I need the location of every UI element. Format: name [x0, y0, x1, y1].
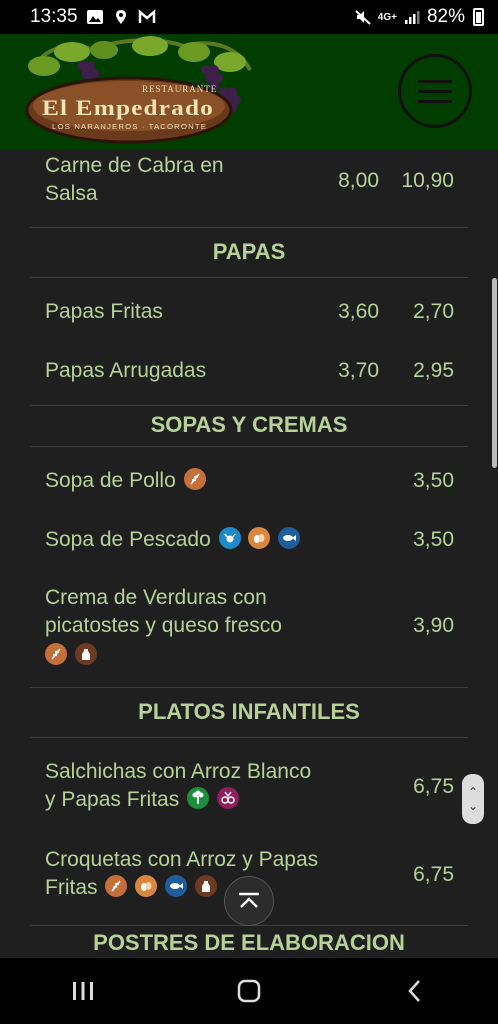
- item-price-2: 10,90: [401, 169, 454, 192]
- battery-percent: 82%: [426, 6, 465, 27]
- menu-item: Carne de Cabra en Salsa 8,00 10,90: [45, 152, 468, 210]
- signal-icon: [404, 11, 420, 24]
- back-to-top-button[interactable]: [224, 876, 274, 926]
- gluten-icon: [105, 875, 128, 898]
- divider: [30, 227, 468, 228]
- section-title-infantiles: PLATOS INFANTILES: [138, 699, 360, 724]
- logo-line1: RESTAURANTE: [142, 84, 217, 94]
- divider: [30, 446, 468, 447]
- section-title-papas: PAPAS: [212, 239, 286, 264]
- home-button[interactable]: [219, 966, 279, 1016]
- item-name: Croquetas con Arroz y Papas Fritas: [45, 848, 319, 899]
- item-price: 3,50: [413, 469, 454, 492]
- item-price: 3,50: [413, 528, 454, 551]
- chevron-down-icon: ⌄: [467, 799, 479, 813]
- item-name: Carne de Cabra en Salsa: [45, 154, 224, 205]
- egg-icon: [135, 875, 158, 898]
- logo-line3: LOS NARANJEROS · TACORONTE: [52, 124, 207, 131]
- system-nav-bar: [0, 958, 498, 1024]
- gmail-icon: [138, 9, 155, 23]
- hamburger-menu-button[interactable]: [398, 54, 472, 128]
- menu-item: Papas Arrugadas 3,70 2,95: [45, 357, 468, 385]
- status-right: 4G+ 82%: [354, 6, 484, 28]
- celery-icon: [187, 787, 210, 810]
- item-name: Papas Arrugadas: [45, 359, 207, 382]
- status-bar: 13:35 4G+ 82%: [0, 0, 498, 34]
- item-price-1: 3,60: [338, 300, 379, 323]
- clock: 13:35: [30, 6, 78, 27]
- back-icon: [408, 980, 420, 1002]
- menu-item: Papas Fritas 3,60 2,70: [45, 298, 468, 326]
- item-price: 6,75: [413, 775, 454, 798]
- chevron-up-icon: ⌃: [467, 785, 479, 799]
- divider: [30, 277, 468, 278]
- menu-item: Sopa de Pollo 3,50: [45, 467, 468, 495]
- item-price: 6,75: [413, 863, 454, 886]
- status-left: 13:35: [30, 6, 156, 28]
- item-name: Salchichas con Arroz Blanco y Papas Frit…: [45, 760, 312, 811]
- home-icon: [237, 979, 261, 1003]
- menu-content[interactable]: Carne de Cabra en Salsa 8,00 10,90 PAPAS…: [0, 150, 498, 958]
- battery-icon: [473, 8, 484, 26]
- item-name: Crema de Verduras con picatostes y queso…: [45, 584, 282, 670]
- hamburger-icon-bar: [418, 79, 452, 83]
- back-button[interactable]: [385, 966, 445, 1016]
- recent-apps-button[interactable]: [53, 966, 113, 1016]
- image-icon: [86, 10, 103, 24]
- menu-item: Salchichas con Arroz Blanco y Papas Frit…: [45, 758, 468, 818]
- site-header: RESTAURANTE El Empedrado LOS NARANJEROS …: [0, 34, 498, 150]
- gluten-icon: [183, 468, 206, 491]
- milk-icon: [194, 875, 217, 898]
- restaurant-logo[interactable]: RESTAURANTE El Empedrado LOS NARANJEROS …: [24, 36, 254, 144]
- hamburger-icon-bar: [418, 99, 452, 103]
- item-name: Sopa de Pescado: [45, 526, 301, 554]
- sulphite-icon: [216, 787, 239, 810]
- egg-icon: [248, 527, 271, 550]
- arrow-up-icon: [239, 892, 259, 908]
- recent-apps-icon: [73, 982, 93, 1000]
- menu-item: Sopa de Pescado 3,50: [45, 526, 468, 554]
- item-price: 3,90: [413, 614, 454, 637]
- section-title-sopas: SOPAS Y CREMAS: [150, 412, 348, 437]
- mute-icon: [355, 10, 371, 25]
- menu-item: Crema de Verduras con picatostes y queso…: [45, 584, 468, 668]
- divider: [30, 737, 468, 738]
- crustacean-icon: [218, 527, 241, 550]
- fish-icon: [278, 527, 301, 550]
- section-title-postres: POSTRES DE ELABORACION: [93, 930, 405, 955]
- item-price-1: 8,00: [338, 169, 379, 192]
- scrollbar[interactable]: [492, 150, 498, 958]
- divider: [30, 687, 468, 688]
- location-pin-icon: [115, 10, 126, 24]
- item-price-2: 2,70: [413, 300, 454, 323]
- item-price-2: 2,95: [413, 359, 454, 382]
- scrollbar-thumb[interactable]: [492, 278, 497, 468]
- fast-scroll-handle[interactable]: ⌃ ⌄: [462, 774, 484, 824]
- divider: [30, 405, 468, 406]
- fish-icon: [165, 875, 188, 898]
- item-price-1: 3,70: [338, 359, 379, 382]
- network-type: 4G+: [377, 11, 397, 23]
- logo-line2: El Empedrado: [42, 95, 214, 120]
- gluten-icon: [45, 643, 67, 666]
- item-name: Sopa de Pollo: [45, 467, 206, 495]
- item-name: Papas Fritas: [45, 300, 163, 323]
- milk-icon: [74, 643, 97, 666]
- hamburger-icon-bar: [418, 89, 452, 93]
